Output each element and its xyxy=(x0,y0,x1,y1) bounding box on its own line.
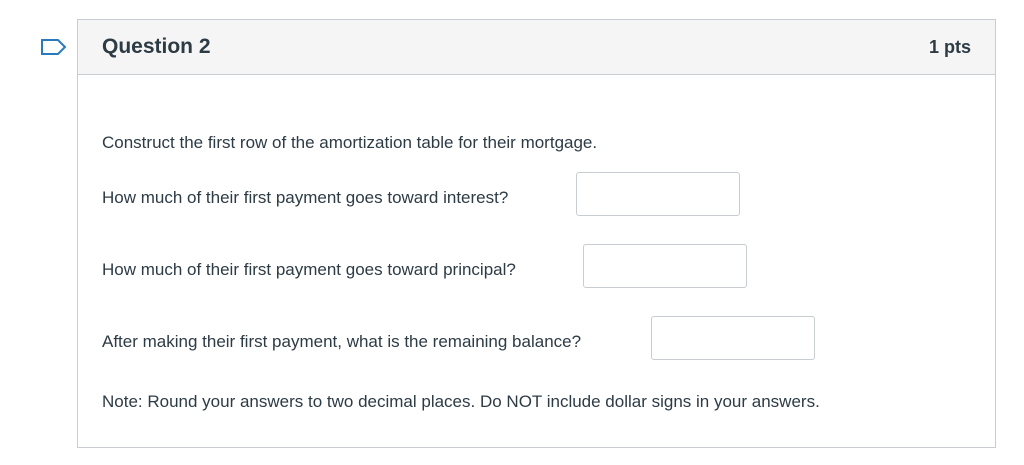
question-card: Question 2 1 pts Construct the first row… xyxy=(77,19,996,448)
question-points: 1 pts xyxy=(928,37,971,57)
principal-answer-input[interactable] xyxy=(583,244,747,288)
question-note: Note: Round your answers to two decimal … xyxy=(102,392,820,411)
balance-answer-input[interactable] xyxy=(651,316,815,360)
principal-prompt-label: How much of their first payment goes tow… xyxy=(102,260,516,279)
flag-question-button[interactable] xyxy=(40,38,68,56)
flag-outline-icon xyxy=(41,39,67,55)
balance-prompt-label: After making their first payment, what i… xyxy=(102,332,582,351)
question-title: Question 2 xyxy=(102,35,211,58)
question-header: Question 2 1 pts xyxy=(78,20,995,75)
interest-prompt-label: How much of their first payment goes tow… xyxy=(102,188,509,207)
question-intro: Construct the first row of the amortizat… xyxy=(102,133,598,152)
quiz-page: Question 2 1 pts Construct the first row… xyxy=(0,0,1024,465)
interest-answer-input[interactable] xyxy=(576,172,740,216)
